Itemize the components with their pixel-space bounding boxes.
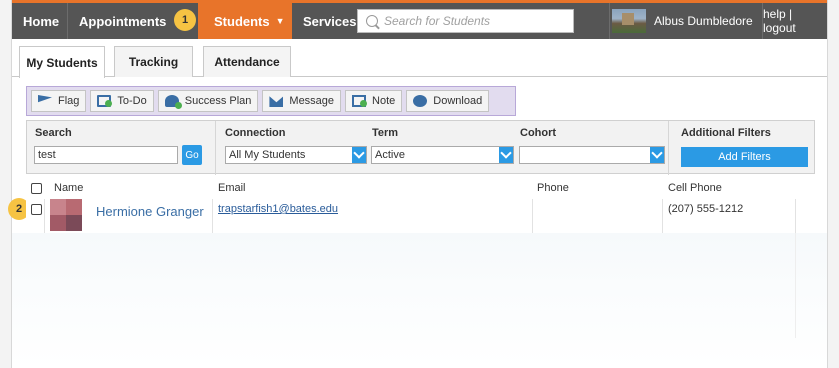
- success-plan-button[interactable]: Success Plan: [157, 90, 259, 112]
- students-table-header: Name Email Phone Cell Phone: [26, 179, 796, 199]
- search-filter-label: Search: [35, 127, 72, 139]
- chevron-down-icon: [499, 147, 513, 163]
- cohort-label: Cohort: [520, 127, 557, 139]
- cloud-download-icon: [413, 95, 428, 107]
- header-email: Email: [218, 182, 246, 194]
- cohort-select[interactable]: [519, 146, 665, 164]
- nav-services-label: Services: [303, 13, 357, 29]
- message-button-label: Message: [289, 95, 335, 107]
- todo-icon: [97, 95, 113, 107]
- tab-tracking[interactable]: Tracking: [114, 46, 193, 77]
- nav-students-label: Students: [214, 13, 270, 29]
- note-button[interactable]: Note: [345, 90, 403, 112]
- success-plan-button-label: Success Plan: [184, 95, 252, 107]
- help-logout-label: help | logout: [763, 7, 796, 35]
- student-name-link[interactable]: Hermione Granger: [96, 204, 204, 219]
- header-cell-phone: Cell Phone: [668, 182, 722, 194]
- connection-select-value: All My Students: [229, 149, 306, 161]
- table-empty-body: [26, 233, 796, 338]
- add-filters-button[interactable]: Add Filters: [681, 147, 808, 167]
- student-search-input[interactable]: [384, 14, 564, 28]
- todo-button[interactable]: To-Do: [90, 90, 154, 112]
- additional-filters-label: Additional Filters: [681, 127, 771, 139]
- user-avatar: [612, 9, 646, 33]
- go-button[interactable]: Go: [182, 145, 202, 165]
- tab-my-students[interactable]: My Students: [19, 46, 105, 78]
- student-avatar: [50, 199, 82, 231]
- action-toolbar: Flag To-Do Success Plan Message Note Dow…: [26, 86, 516, 116]
- user-menu[interactable]: Albus Dumbledore: [609, 3, 762, 39]
- filter-search: Search test Go: [27, 121, 215, 175]
- column-divider: [795, 199, 796, 233]
- flag-button-label: Flag: [58, 95, 80, 107]
- message-button[interactable]: Message: [262, 90, 342, 112]
- filter-panel: Search test Go Connection All My Student…: [26, 120, 816, 175]
- envelope-icon: [269, 96, 284, 107]
- nav-appointments-label: Appointments: [79, 13, 167, 29]
- term-select-value: Active: [375, 149, 405, 161]
- connection-select[interactable]: All My Students: [225, 146, 367, 164]
- todo-button-label: To-Do: [117, 95, 147, 107]
- help-logout-link[interactable]: help | logout: [762, 3, 827, 39]
- tab-attendance[interactable]: Attendance: [203, 46, 291, 77]
- column-divider: [212, 199, 213, 233]
- nav-home[interactable]: Home: [12, 3, 67, 39]
- window-frame-left: [0, 0, 12, 368]
- callout-badge-1: 1: [176, 11, 194, 29]
- top-navbar: Home Appointments Students ▼ Services Al…: [12, 0, 827, 39]
- nav-home-label: Home: [23, 13, 60, 29]
- column-divider: [44, 199, 45, 233]
- caret-down-icon: ▼: [275, 16, 285, 26]
- user-name: Albus Dumbledore: [654, 14, 753, 28]
- flag-icon: [38, 95, 52, 103]
- header-name: Name: [54, 182, 84, 194]
- nav-students[interactable]: Students ▼: [198, 3, 292, 39]
- student-search-box[interactable]: [357, 9, 574, 33]
- column-divider: [532, 199, 533, 233]
- select-all-checkbox[interactable]: [31, 183, 42, 194]
- tab-bar: My Students Tracking Attendance: [12, 39, 827, 78]
- student-cell-phone: (207) 555-1212: [668, 203, 744, 215]
- note-button-label: Note: [372, 95, 396, 107]
- app-root: Home Appointments Students ▼ Services Al…: [0, 0, 839, 368]
- connection-label: Connection: [225, 127, 286, 139]
- success-plan-icon: [164, 95, 182, 109]
- chevron-down-icon: [352, 147, 366, 163]
- nav-services[interactable]: Services: [292, 3, 359, 39]
- header-phone: Phone: [537, 182, 569, 194]
- student-email-link[interactable]: trapstarfish1@bates.edu: [218, 203, 338, 215]
- term-select[interactable]: Active: [371, 146, 514, 164]
- row-checkbox[interactable]: [31, 204, 42, 215]
- download-button-label: Download: [433, 95, 483, 107]
- download-button[interactable]: Download: [406, 90, 490, 112]
- filter-additional: Additional Filters Add Filters: [668, 121, 816, 175]
- window-frame-right: [827, 0, 839, 368]
- chevron-down-icon: [650, 147, 664, 163]
- column-divider: [662, 199, 663, 233]
- search-filter-input[interactable]: test: [34, 146, 178, 164]
- note-icon: [352, 95, 368, 107]
- filter-dropdowns: Connection All My Students Term Active C…: [215, 121, 675, 175]
- search-icon: [366, 15, 378, 27]
- flag-button[interactable]: Flag: [31, 90, 87, 112]
- term-label: Term: [372, 127, 399, 139]
